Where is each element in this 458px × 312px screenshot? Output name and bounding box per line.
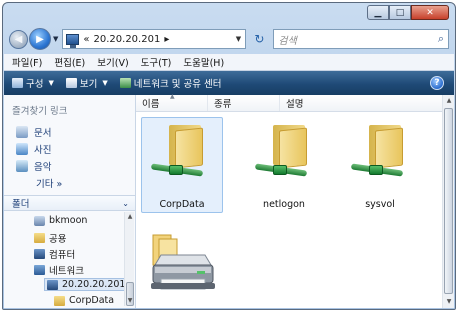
search-icon[interactable]: ⌕ xyxy=(438,32,444,46)
scroll-down-icon[interactable]: ▼ xyxy=(443,296,455,308)
search-placeholder: 검색 xyxy=(278,35,297,47)
chevron-down-icon: ▼ xyxy=(102,79,108,87)
caption-buttons: ▁ □ ✕ xyxy=(367,5,449,20)
explorer-window: ▁ □ ✕ ◀ ▶ ▼ « 20.20.20.201 ▸ ▼ ↻ 검색 ⌕ 파일… xyxy=(2,2,456,310)
search-input[interactable]: 검색 ⌕ xyxy=(273,29,449,49)
column-header-description[interactable]: 설명 xyxy=(280,95,352,111)
favorite-music[interactable]: 음악 xyxy=(16,159,51,173)
tree-label: 공용 xyxy=(49,234,67,245)
tree-label: 20.20.20.201 xyxy=(62,279,126,290)
organize-icon xyxy=(12,78,23,88)
address-bar[interactable]: « 20.20.20.201 ▸ ▼ xyxy=(62,29,247,49)
sort-ascending-icon: ▲ xyxy=(170,93,175,100)
scroll-down-icon[interactable]: ▼ xyxy=(125,296,135,306)
views-button[interactable]: 보기 ▼ xyxy=(65,76,108,90)
favorite-label: 음악 xyxy=(34,162,52,173)
file-list-pane: ▲ 이름 종류 설명 CorpData netlogon sysvol ▲ ▼ xyxy=(136,93,454,308)
menu-file[interactable]: 파일(F) xyxy=(12,55,42,69)
printer-icon xyxy=(151,234,215,290)
network-computer-icon xyxy=(47,279,58,290)
views-label: 보기 xyxy=(79,79,98,90)
pictures-icon xyxy=(16,143,28,155)
address-path[interactable]: 20.20.20.201 xyxy=(94,34,161,45)
address-dropdown-icon[interactable]: ▼ xyxy=(231,35,245,43)
tree-item-server[interactable]: 20.20.20.201 xyxy=(44,278,130,291)
chevron-down-icon[interactable]: ⌄ xyxy=(122,199,129,208)
tree-item-corpdata[interactable]: CorpData xyxy=(54,295,114,306)
item-label: CorpData xyxy=(159,199,205,210)
tree-label: CorpData xyxy=(69,295,115,306)
navigation-bar: ◀ ▶ ▼ « 20.20.20.201 ▸ ▼ ↻ 검색 ⌕ xyxy=(9,27,449,51)
help-icon[interactable]: ? xyxy=(430,76,444,90)
menu-edit[interactable]: 편집(E) xyxy=(54,55,85,69)
favorite-label: 사진 xyxy=(34,145,52,156)
tree-item-user[interactable]: bkmoon xyxy=(34,215,87,226)
documents-icon xyxy=(16,126,28,138)
favorite-documents[interactable]: 문서 xyxy=(16,125,51,139)
menu-tools[interactable]: 도구(T) xyxy=(141,55,172,69)
tree-item-computer[interactable]: 컴퓨터 xyxy=(34,247,75,261)
network-plug-icon xyxy=(369,165,383,175)
tree-item-network[interactable]: 네트워크 xyxy=(34,263,84,277)
folder-tree-scrollbar[interactable]: ▲ ▼ xyxy=(124,212,134,306)
network-icon xyxy=(34,265,45,275)
views-icon xyxy=(65,78,77,88)
column-label: 설명 xyxy=(286,99,304,110)
tree-label: 컴퓨터 xyxy=(49,250,76,261)
network-sharing-center-label: 네트워크 및 공유 센터 xyxy=(133,79,222,90)
shared-folder-icon xyxy=(54,295,65,306)
scroll-up-icon[interactable]: ▲ xyxy=(125,212,135,222)
refresh-button[interactable]: ↻ xyxy=(248,29,270,49)
network-plug-icon xyxy=(273,165,287,175)
favorite-pictures[interactable]: 사진 xyxy=(16,142,51,156)
computer-icon xyxy=(34,249,45,259)
shared-folder-icon xyxy=(363,123,405,169)
menu-bar: 파일(F) 편집(E) 보기(V) 도구(T) 도움말(H) xyxy=(4,54,454,71)
navigation-pane: 즐겨찾기 링크 문서 사진 음악 기타 » 폴더 ⌄ bkmoon 공용 컴퓨터… xyxy=(4,95,136,308)
file-list-scrollbar[interactable]: ▲ ▼ xyxy=(442,95,454,308)
folder-icon xyxy=(34,233,45,243)
maximize-button[interactable]: □ xyxy=(389,5,411,20)
column-headers: ▲ 이름 종류 설명 xyxy=(136,93,442,112)
address-overflow[interactable]: « xyxy=(83,34,89,45)
network-plug-icon xyxy=(169,165,183,175)
network-computer-icon xyxy=(66,33,80,48)
favorite-links-title: 즐겨찾기 링크 xyxy=(12,106,68,117)
tree-item-public[interactable]: 공용 xyxy=(34,231,66,245)
tree-label: bkmoon xyxy=(49,215,88,226)
column-label: 이름 xyxy=(142,99,160,110)
shared-folder-icon xyxy=(267,123,309,169)
column-label: 종류 xyxy=(214,99,232,110)
item-label: sysvol xyxy=(365,199,395,210)
organize-label: 구성 xyxy=(26,79,44,90)
chevron-down-icon: ▼ xyxy=(48,79,54,87)
back-button[interactable]: ◀ xyxy=(9,29,28,49)
share-item-printer[interactable] xyxy=(141,231,221,301)
music-icon xyxy=(16,160,28,172)
close-button[interactable]: ✕ xyxy=(411,5,449,20)
recent-pages-dropdown-icon[interactable]: ▼ xyxy=(53,35,58,43)
column-header-type[interactable]: 종류 xyxy=(208,95,280,111)
folders-header[interactable]: 폴더 ⌄ xyxy=(4,195,135,211)
organize-button[interactable]: 구성 ▼ xyxy=(12,76,54,90)
menu-view[interactable]: 보기(V) xyxy=(97,55,128,69)
menu-help[interactable]: 도움말(H) xyxy=(183,55,224,69)
favorite-label: 문서 xyxy=(34,128,52,139)
user-folder-icon xyxy=(34,215,45,226)
more-links[interactable]: 기타 » xyxy=(36,176,62,190)
column-header-name[interactable]: ▲ 이름 xyxy=(136,93,208,111)
network-icon xyxy=(119,78,131,88)
tree-label: 네트워크 xyxy=(49,266,84,277)
item-label: netlogon xyxy=(263,199,305,210)
command-bar: 구성 ▼ 보기 ▼ 네트워크 및 공유 센터 ? xyxy=(4,71,454,95)
shared-folder-icon xyxy=(163,123,205,169)
address-separator[interactable]: ▸ xyxy=(164,34,169,45)
forward-button[interactable]: ▶ xyxy=(29,28,51,50)
scroll-up-icon[interactable]: ▲ xyxy=(443,95,455,107)
scroll-thumb[interactable] xyxy=(444,108,453,294)
network-sharing-center-button[interactable]: 네트워크 및 공유 센터 xyxy=(119,76,222,90)
folders-header-label: 폴더 xyxy=(12,199,30,210)
minimize-button[interactable]: ▁ xyxy=(367,5,389,20)
